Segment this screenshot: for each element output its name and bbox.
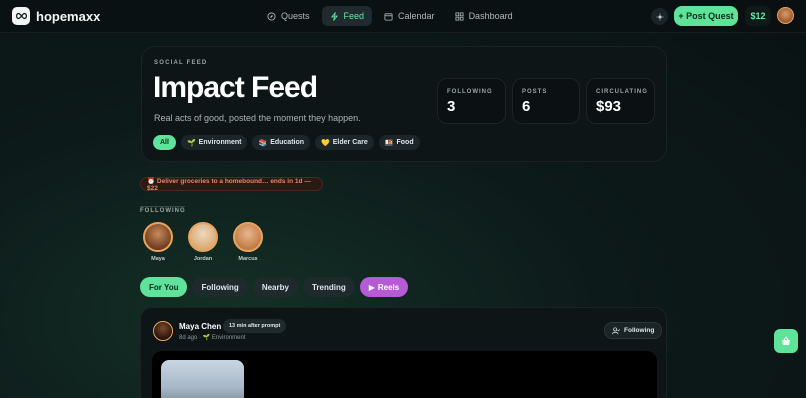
feed-post: Maya Chen 13 min after prompt 8d ago · 🌱…: [140, 307, 667, 398]
main-nav: Quests Feed Calendar Dashboard: [259, 6, 521, 26]
tab-trending[interactable]: Trending: [302, 277, 355, 297]
chip-environment[interactable]: 🌱 Environment: [180, 135, 248, 150]
chip-food[interactable]: 🍱 Food: [378, 135, 420, 150]
nav-quests[interactable]: Quests: [259, 6, 318, 26]
bolt-icon: [330, 11, 338, 21]
avatar: [143, 222, 173, 252]
tab-reels-label: Reels: [377, 282, 400, 292]
stat-circulating-label: CIRCULATING: [596, 89, 648, 95]
chip-elder-care-label: Elder Care: [332, 139, 368, 146]
nav-calendar-label: Calendar: [398, 11, 435, 21]
user-avatar[interactable]: [777, 7, 794, 24]
following-person-marcus[interactable]: Marcus: [228, 222, 268, 262]
following-toggle-button[interactable]: Following: [604, 322, 663, 339]
feed-tabs: For You Following Nearby Trending ▶ Reel…: [140, 277, 409, 297]
tab-reels[interactable]: ▶ Reels: [359, 277, 409, 297]
nav-feed-label: Feed: [343, 11, 365, 21]
theme-toggle-button[interactable]: [651, 8, 668, 25]
stat-posts-value: 6: [522, 98, 531, 115]
chip-education-label: Education: [270, 139, 305, 146]
nav-feed[interactable]: Feed: [321, 6, 373, 26]
impact-feed-header-card: SOCIAL FEED Impact Feed Real acts of goo…: [141, 46, 667, 162]
chip-all[interactable]: All: [153, 135, 176, 150]
tab-nearby[interactable]: Nearby: [252, 277, 298, 297]
bento-icon: 🍱: [384, 139, 394, 147]
play-icon: ▶: [368, 282, 375, 292]
following-person-maya[interactable]: Maya: [138, 222, 178, 262]
infinity-logo-icon: [12, 7, 30, 25]
category-filter-chips: All 🌱 Environment 📚 Education 💛 Elder Care …: [153, 135, 420, 150]
chip-elder-care[interactable]: 💛 Elder Care: [315, 135, 374, 150]
basket-icon: [782, 336, 790, 345]
avatar: [233, 222, 263, 252]
stat-posts: POSTS 6: [512, 78, 580, 124]
chip-environment-label: Environment: [198, 139, 242, 146]
post-meta: 8d ago · 🌱 Environment: [179, 335, 246, 341]
logo[interactable]: hopemaxx: [12, 7, 100, 25]
nav-quests-label: Quests: [281, 11, 310, 21]
following-person-jordan[interactable]: Jordan: [183, 222, 223, 262]
avatar[interactable]: [153, 321, 173, 341]
hero-eyebrow: SOCIAL FEED: [154, 60, 208, 66]
compass-icon: [267, 11, 276, 21]
stat-circulating-value: $93: [596, 98, 622, 115]
app-name: hopemaxx: [36, 8, 101, 24]
heart-icon: 💛: [321, 139, 330, 147]
person-name: Jordan: [193, 256, 213, 262]
sun-icon: [655, 12, 664, 21]
nav-calendar[interactable]: Calendar: [376, 6, 443, 26]
top-nav: hopemaxx Quests Feed Calendar Dashboard …: [0, 0, 806, 33]
post-quest-button[interactable]: + Post Quest: [674, 6, 738, 26]
chip-food-label: Food: [396, 139, 414, 146]
chip-all-label: All: [160, 139, 169, 146]
divider: [140, 206, 185, 207]
seedling-icon: 🌱: [186, 139, 196, 147]
stat-posts-label: POSTS: [522, 89, 548, 95]
post-timing-badge: 13 min after prompt: [223, 319, 287, 333]
chip-education[interactable]: 📚 Education: [252, 135, 311, 150]
stat-following: FOLLOWING 3: [437, 78, 506, 124]
nav-dashboard[interactable]: Dashboard: [447, 6, 521, 26]
user-check-icon: [612, 326, 620, 334]
post-author[interactable]: Maya Chen: [179, 322, 221, 331]
nav-dashboard-label: Dashboard: [468, 11, 513, 21]
tab-for-you[interactable]: For You: [140, 277, 188, 297]
stat-circulating: CIRCULATING $93: [586, 78, 655, 124]
floating-action-button[interactable]: [774, 329, 798, 353]
page-subtitle: Real acts of good, posted the moment the…: [154, 113, 361, 123]
person-name: Maya: [151, 256, 165, 262]
avatar: [188, 222, 218, 252]
following-toggle-label: Following: [624, 327, 655, 334]
calendar-icon: [384, 12, 393, 21]
urgent-quest-banner[interactable]: ⏰ Deliver groceries to a homebound… ends…: [140, 177, 323, 192]
post-image[interactable]: [161, 360, 244, 398]
page-title: Impact Feed: [153, 71, 318, 104]
person-name: Marcus: [238, 256, 258, 262]
dashboard-icon: [455, 11, 464, 21]
wallet-balance[interactable]: $12: [745, 6, 771, 26]
books-icon: 📚: [258, 139, 268, 147]
stat-following-value: 3: [447, 98, 456, 115]
stat-following-label: FOLLOWING: [447, 89, 493, 95]
following-heading: FOLLOWING: [140, 208, 186, 214]
tab-following[interactable]: Following: [192, 277, 248, 297]
